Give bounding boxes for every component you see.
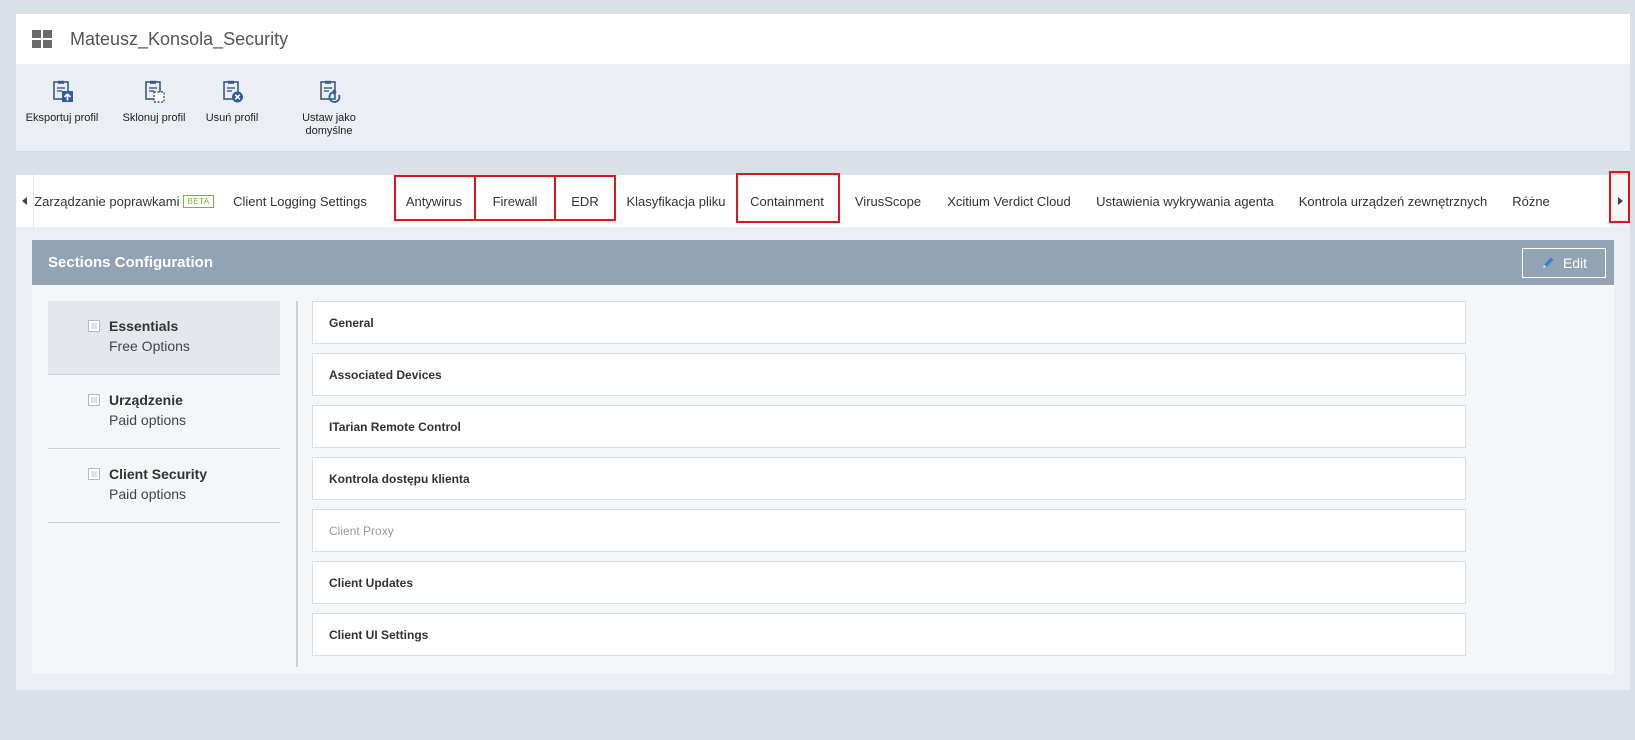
tab-external-device-control[interactable]: Kontrola urządzeń zewnętrznych: [1298, 175, 1488, 227]
section-client-access-control[interactable]: Kontrola dostępu klienta: [312, 457, 1466, 500]
tab-label: Różne: [1512, 193, 1550, 209]
tab-client-logging-settings[interactable]: Client Logging Settings: [224, 175, 376, 227]
section-general[interactable]: General: [312, 301, 1466, 344]
export-icon: [53, 80, 73, 102]
section-groups: Essentials Free Options Urządzenie Paid …: [48, 301, 280, 523]
beta-badge: BETA: [183, 194, 214, 208]
group-name: Urządzenie: [109, 392, 183, 408]
column-divider: [296, 301, 298, 667]
section-client-proxy[interactable]: Client Proxy: [312, 509, 1466, 552]
tab-agent-detection-settings[interactable]: Ustawienia wykrywania agenta: [1094, 175, 1276, 227]
set-default-button[interactable]: Ustaw jako domyślne: [284, 80, 374, 138]
delete-label: Usuń profil: [205, 112, 259, 124]
tab-antivirus[interactable]: Antywirus: [394, 175, 474, 227]
group-subtitle: Free Options: [109, 338, 190, 354]
sections-configuration-panel: Sections Configuration Edit Essentials F…: [32, 240, 1614, 674]
device-checkbox[interactable]: [88, 394, 100, 406]
section-remote-control[interactable]: ITarian Remote Control: [312, 405, 1466, 448]
section-list: General Associated Devices ITarian Remot…: [312, 301, 1466, 665]
tab-label: EDR: [571, 193, 599, 209]
title-bar: Mateusz_Konsola_Security: [16, 14, 1630, 64]
tab-bar: Zarządzanie poprawkami BETA Client Loggi…: [16, 171, 1630, 227]
group-subtitle: Paid options: [109, 486, 187, 502]
group-name: Essentials: [109, 318, 179, 334]
tab-patch-management[interactable]: Zarządzanie poprawkami BETA: [34, 175, 214, 227]
delete-profile-button[interactable]: Usuń profil: [194, 80, 270, 125]
chevron-right-icon: [1617, 197, 1623, 205]
panel-header: Sections Configuration Edit: [32, 240, 1614, 285]
set-default-label-line2: domyślne: [305, 125, 353, 137]
delete-icon: [223, 80, 243, 103]
client-security-checkbox[interactable]: [88, 468, 100, 480]
section-client-ui-settings[interactable]: Client UI Settings: [312, 613, 1466, 656]
tab-label: Zarządzanie poprawkami: [34, 193, 180, 209]
tab-label: Firewall: [492, 193, 538, 209]
tab-scroll-right-button[interactable]: [1610, 175, 1630, 227]
clone-label: Sklonuj profil: [122, 112, 186, 124]
tab-scroll-left-button[interactable]: [16, 175, 34, 227]
tab-firewall[interactable]: Firewall: [476, 175, 554, 227]
export-profile-button[interactable]: Eksportuj profil: [16, 80, 108, 125]
tab-miscellaneous[interactable]: Różne: [1508, 175, 1554, 227]
windows-icon: [32, 30, 52, 48]
tab-edr[interactable]: EDR: [556, 175, 614, 227]
profile-title: Mateusz_Konsola_Security: [70, 28, 289, 49]
tab-label: Ustawienia wykrywania agenta: [1096, 193, 1274, 209]
set-default-icon: [320, 80, 341, 103]
tab-xcitium-verdict-cloud[interactable]: Xcitium Verdict Cloud: [944, 175, 1074, 227]
group-name: Client Security: [109, 466, 208, 482]
profile-content: Zarządzanie poprawkami BETA Client Loggi…: [16, 171, 1630, 690]
essentials-checkbox[interactable]: [88, 320, 100, 332]
tab-virusscope[interactable]: VirusScope: [850, 175, 926, 227]
clone-profile-button[interactable]: Sklonuj profil: [114, 80, 194, 125]
tab-label: Containment: [750, 193, 824, 209]
panel-title: Sections Configuration: [48, 254, 213, 271]
section-client-updates[interactable]: Client Updates: [312, 561, 1466, 604]
toolbar: Eksportuj profil Sklonuj profil Usuń pro…: [16, 64, 1630, 152]
tab-label: Klasyfikacja pliku: [626, 193, 726, 209]
group-essentials[interactable]: Essentials Free Options: [48, 301, 280, 375]
set-default-label-line1: Ustaw jako: [302, 112, 356, 124]
tab-containment[interactable]: Containment: [736, 175, 838, 227]
group-subtitle: Paid options: [109, 412, 187, 428]
group-device[interactable]: Urządzenie Paid options: [48, 375, 280, 449]
edit-label: Edit: [1562, 254, 1588, 271]
pencil-icon: [1542, 257, 1554, 268]
tab-label: Kontrola urządzeń zewnętrznych: [1298, 193, 1488, 209]
tab-file-classification[interactable]: Klasyfikacja pliku: [624, 175, 728, 227]
section-associated-devices[interactable]: Associated Devices: [312, 353, 1466, 396]
chevron-left-icon: [22, 197, 27, 205]
profile-window: Mateusz_Konsola_Security Eksportuj profi…: [16, 14, 1630, 152]
tab-label: Xcitium Verdict Cloud: [947, 193, 1071, 209]
tab-label: VirusScope: [854, 193, 922, 209]
clone-icon: [145, 80, 165, 103]
edit-button[interactable]: Edit: [1522, 247, 1606, 278]
tab-label: Antywirus: [405, 193, 463, 209]
export-label: Eksportuj profil: [25, 112, 99, 124]
group-client-security[interactable]: Client Security Paid options: [48, 449, 280, 523]
tab-label: Client Logging Settings: [233, 193, 367, 209]
